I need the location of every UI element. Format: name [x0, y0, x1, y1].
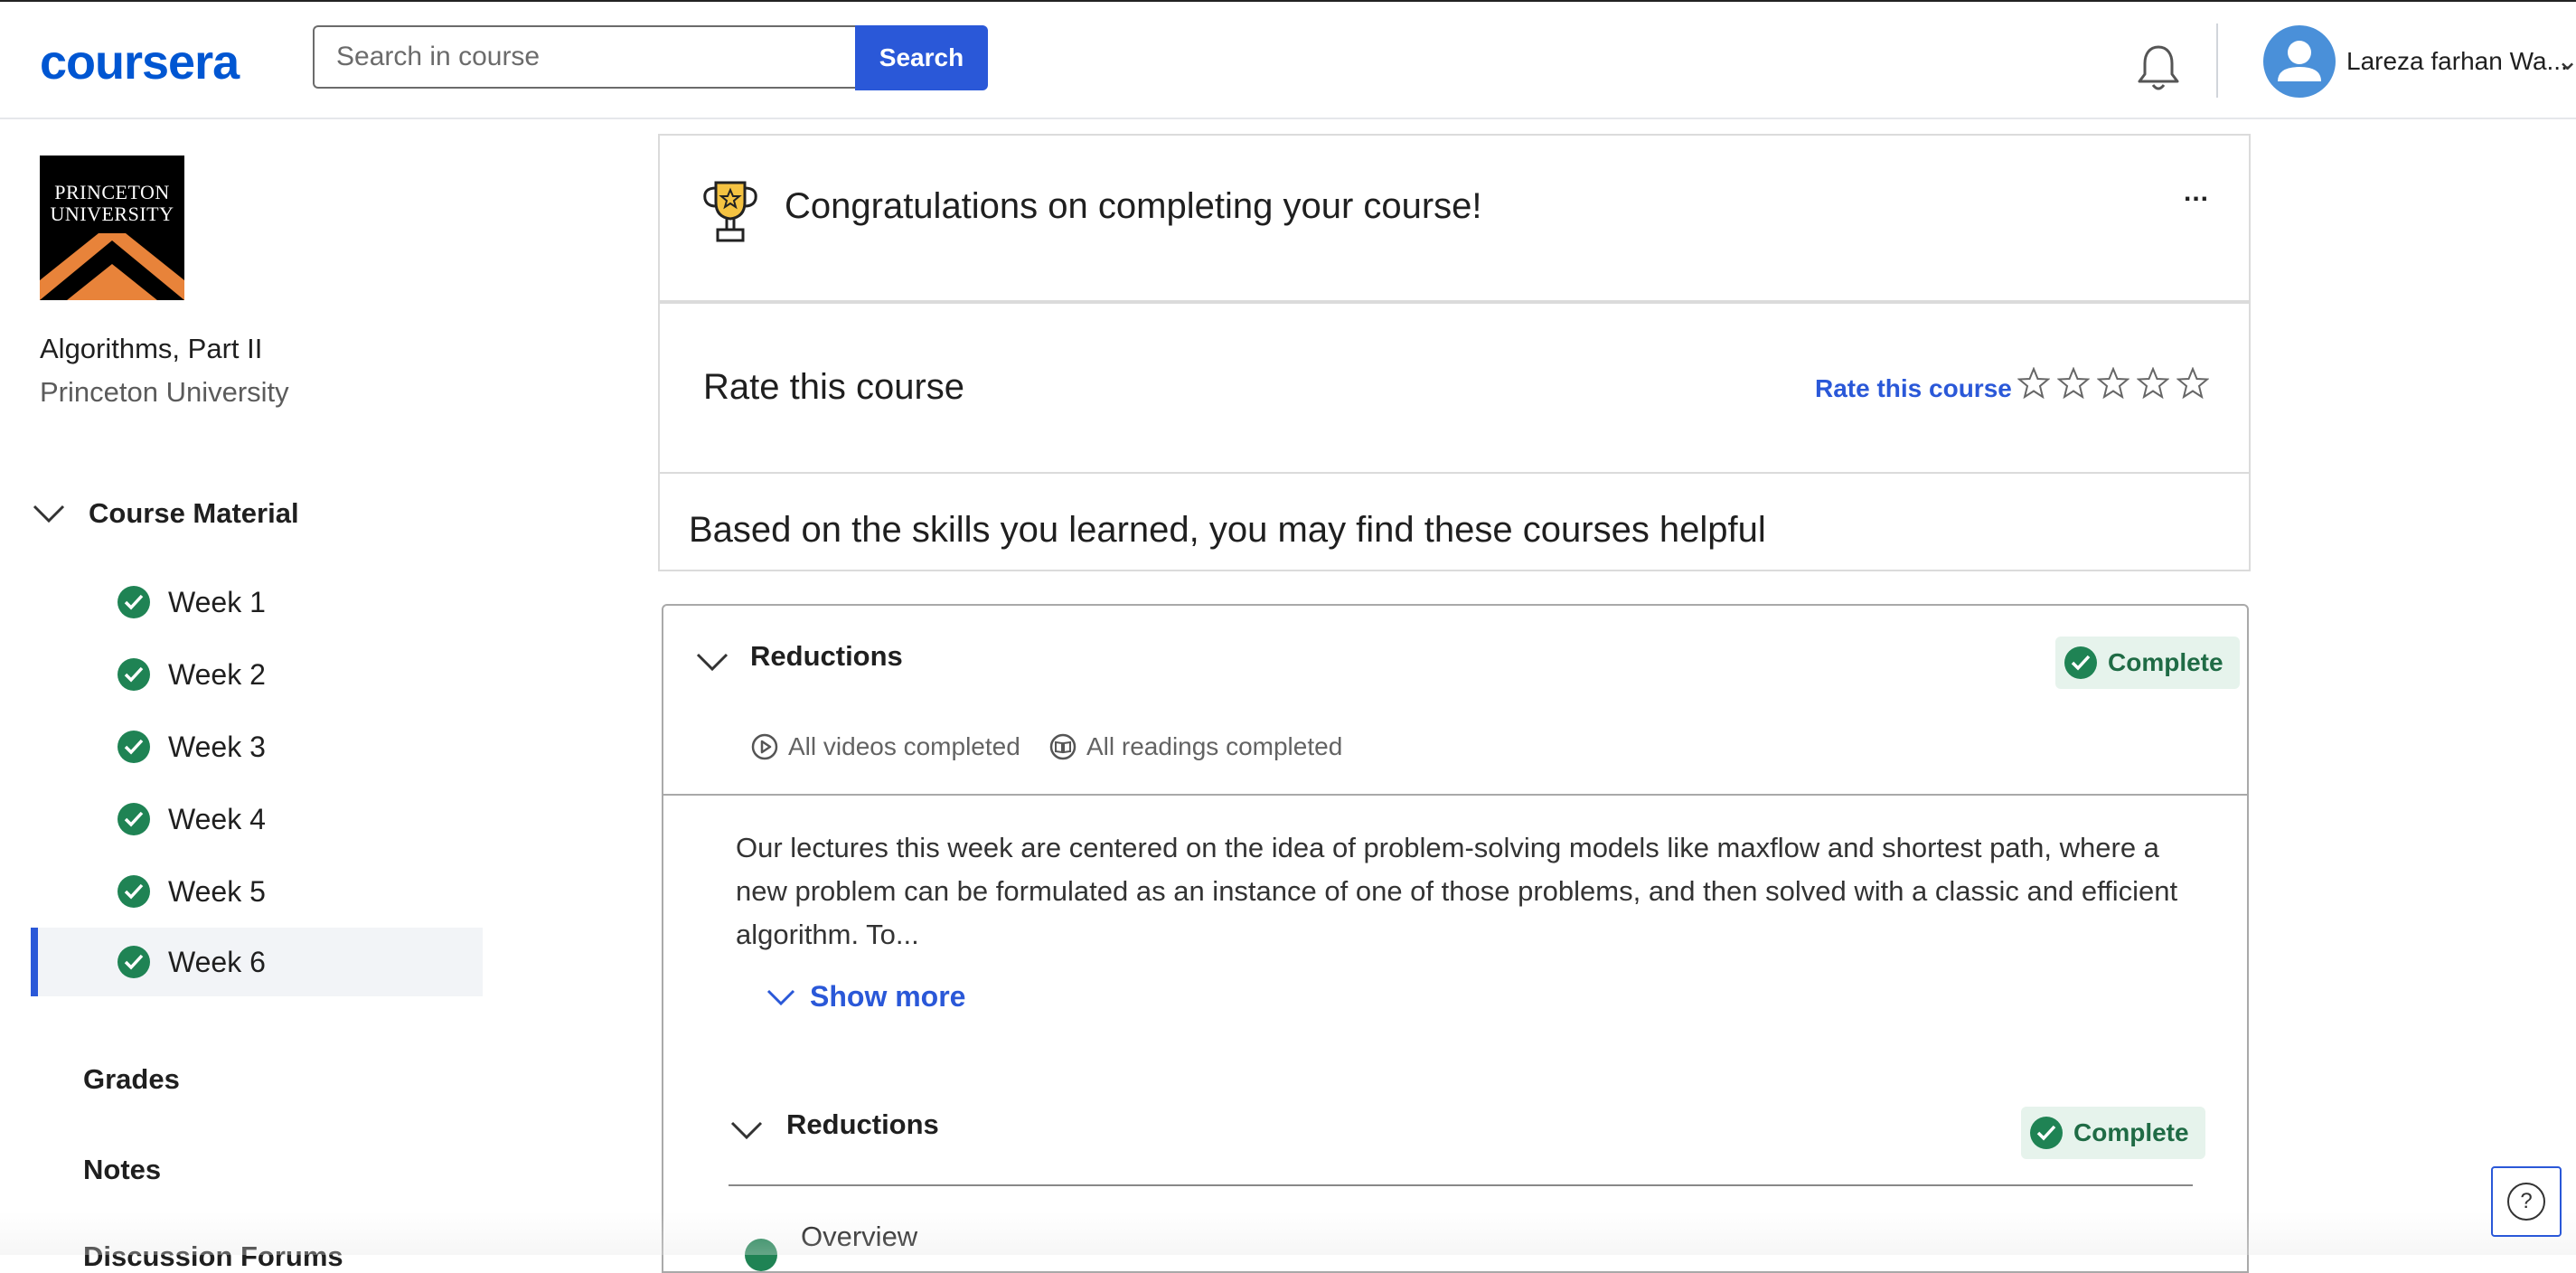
- course-name: Algorithms, Part II: [40, 333, 263, 364]
- star-icon[interactable]: [2017, 367, 2050, 400]
- university-logo-line1: PRINCETON: [54, 181, 170, 203]
- coursera-logo[interactable]: coursera: [40, 34, 240, 90]
- sidebar-item-week-2[interactable]: Week 2: [31, 640, 483, 709]
- recommendations-card: Based on the skills you learned, you may…: [658, 472, 2251, 571]
- sidebar-item-discussion-forums[interactable]: Discussion Forums: [83, 1240, 343, 1273]
- chevron-down-icon[interactable]: [694, 647, 730, 674]
- sidebar-item-week-5[interactable]: Week 5: [31, 857, 483, 926]
- readings-status: All readings completed: [1048, 732, 1342, 761]
- more-options-button[interactable]: ...: [2184, 177, 2209, 208]
- congratulations-title: Congratulations on completing your cours…: [785, 186, 1482, 226]
- star-rating[interactable]: [2017, 367, 2209, 400]
- sidebar-item-label: Week 4: [168, 803, 266, 835]
- module-title[interactable]: Reductions: [750, 640, 903, 673]
- help-icon: ?: [2507, 1183, 2545, 1221]
- rate-course-card: Rate this course Rate this course: [658, 302, 2251, 474]
- star-icon[interactable]: [2137, 367, 2169, 400]
- sidebar-item-label: Week 1: [168, 586, 266, 618]
- readings-status-label: All readings completed: [1086, 732, 1343, 760]
- recommendations-title: Based on the skills you learned, you may…: [689, 510, 1766, 550]
- top-header: coursera Search Lareza farhan Wa... ⌄: [0, 2, 2576, 119]
- sidebar-item-notes[interactable]: Notes: [83, 1154, 161, 1186]
- module-panel: Reductions Complete All videos completed…: [662, 604, 2249, 1273]
- sidebar-item-label: Week 6: [168, 946, 266, 978]
- congratulations-card: Congratulations on completing your cours…: [658, 134, 2251, 302]
- sidebar-item-week-1[interactable]: Week 1: [31, 568, 483, 636]
- star-icon[interactable]: [2097, 367, 2129, 400]
- videos-status: All videos completed: [750, 732, 1020, 761]
- divider: [663, 794, 2247, 796]
- sidebar-item-week-3[interactable]: Week 3: [31, 712, 483, 781]
- check-circle-icon: [118, 731, 150, 763]
- chevron-down-icon[interactable]: [31, 499, 67, 526]
- course-material-toggle[interactable]: Course Material: [89, 497, 299, 530]
- chevron-down-icon: [766, 989, 795, 1005]
- sidebar-item-week-4[interactable]: Week 4: [31, 785, 483, 853]
- username[interactable]: Lareza farhan Wa...: [2346, 47, 2568, 76]
- university-logo: PRINCETON UNIVERSITY: [40, 156, 184, 300]
- lesson-title[interactable]: Reductions: [786, 1108, 939, 1141]
- videos-status-label: All videos completed: [788, 732, 1020, 760]
- sidebar-item-grades[interactable]: Grades: [83, 1063, 180, 1096]
- header-divider: [2216, 24, 2218, 98]
- show-more-label: Show more: [810, 980, 966, 1013]
- avatar[interactable]: [2263, 25, 2336, 98]
- sidebar-item-label: Week 5: [168, 875, 266, 908]
- search-button[interactable]: Search: [855, 25, 988, 90]
- check-circle-icon: [118, 875, 150, 908]
- check-circle-icon: [2030, 1117, 2063, 1149]
- check-circle-icon: [118, 658, 150, 691]
- status-badge-label: Complete: [2073, 1118, 2189, 1146]
- rate-course-title: Rate this course: [703, 367, 965, 407]
- sidebar-item-week-6[interactable]: Week 6: [31, 928, 483, 996]
- module-description: Our lectures this week are centered on t…: [736, 832, 2178, 950]
- bell-icon[interactable]: [2133, 42, 2184, 96]
- help-button[interactable]: ?: [2491, 1166, 2562, 1237]
- status-badge: Complete: [2021, 1107, 2205, 1159]
- book-icon: [1049, 733, 1076, 760]
- rate-course-link[interactable]: Rate this course: [1815, 374, 2012, 403]
- check-circle-icon: [2064, 646, 2097, 679]
- play-circle-icon: [751, 733, 778, 760]
- check-circle-icon: [118, 946, 150, 978]
- trophy-icon: [700, 177, 761, 244]
- search-input[interactable]: [313, 25, 855, 89]
- show-more-button[interactable]: Show more: [765, 980, 965, 1014]
- lesson-item-overview[interactable]: Overview: [801, 1221, 917, 1253]
- chevron-down-icon[interactable]: [729, 1116, 765, 1143]
- check-circle-icon: [118, 803, 150, 835]
- divider: [729, 1184, 2193, 1186]
- star-icon[interactable]: [2057, 367, 2090, 400]
- sidebar-item-label: Week 2: [168, 658, 266, 691]
- check-circle-icon: [745, 1239, 777, 1271]
- course-organization: Princeton University: [40, 376, 289, 408]
- chevron-down-icon[interactable]: ⌄: [2556, 45, 2576, 77]
- status-badge-label: Complete: [2108, 648, 2223, 676]
- status-badge: Complete: [2055, 636, 2240, 689]
- check-circle-icon: [118, 586, 150, 618]
- star-icon[interactable]: [2176, 367, 2209, 400]
- university-logo-line2: UNIVERSITY: [50, 203, 174, 225]
- sidebar-item-label: Week 3: [168, 731, 266, 763]
